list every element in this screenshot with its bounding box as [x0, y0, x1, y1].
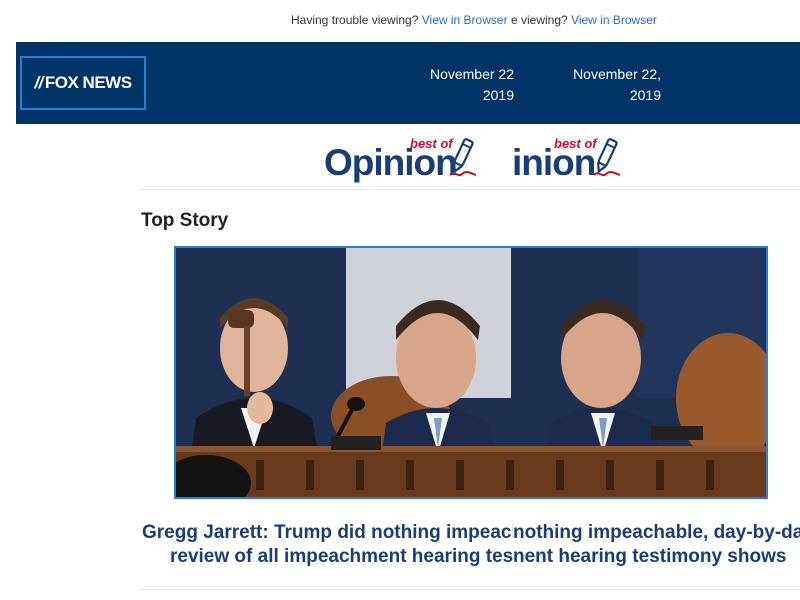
headline-right-line-2: nent hearing testimony shows — [513, 546, 787, 567]
date2-line-2: 2019 — [629, 87, 661, 103]
logo-text: FOX NEWS — [44, 73, 132, 92]
fox-slash-icon: // — [34, 73, 43, 92]
story-photo — [176, 248, 766, 497]
date-label-2: November 22, 2019 — [556, 64, 661, 106]
story-headline-left: Gregg Jarrett: Trump did nothing impeach… — [142, 521, 513, 569]
view-in-browser-link[interactable]: View in Browser — [422, 13, 508, 27]
trouble-viewing-text: Having trouble viewing? — [291, 13, 419, 27]
best-of-opinion-logo: Opinion best of — [324, 134, 476, 184]
date-line-1: November 22 — [429, 66, 514, 82]
best-of-opinion-logo-2: inion best of — [512, 134, 622, 184]
headline-left-line-2: review of all impeachment hearing tes — [170, 546, 513, 567]
fox-news-logo[interactable]: //FOX NEWS — [20, 56, 146, 110]
section-title: Top Story — [141, 210, 229, 231]
pen-icon-2 — [593, 138, 621, 177]
story-photo-link[interactable] — [174, 246, 768, 499]
view-in-browser-link-2[interactable]: View in Browser — [571, 13, 657, 27]
headline-left-line-1: Gregg Jarrett: Trump did nothing impeach — [142, 522, 513, 543]
divider-top — [140, 189, 800, 190]
pen-icon — [449, 138, 476, 177]
trouble-viewing-text-clipped: e viewing? — [511, 13, 568, 27]
date-line-2: 2019 — [482, 87, 514, 103]
date2-line-1: November 22, — [573, 66, 661, 82]
header-bar: //FOX NEWS November 22 2019 November 22,… — [16, 42, 800, 124]
trouble-viewing-bar: Having trouble viewing? View in Browser … — [0, 12, 800, 32]
headline-right-line-1: nothing impeachable, day-by-day — [513, 522, 800, 543]
date-label: November 22 2019 — [422, 64, 514, 106]
divider-bottom — [140, 589, 800, 590]
trouble-viewing-right: e viewing? View in Browser — [511, 13, 657, 27]
trouble-viewing-left: Having trouble viewing? View in Browser — [291, 13, 511, 27]
story-headline-right: nothing impeachable, day-by-day nent hea… — [513, 521, 800, 569]
